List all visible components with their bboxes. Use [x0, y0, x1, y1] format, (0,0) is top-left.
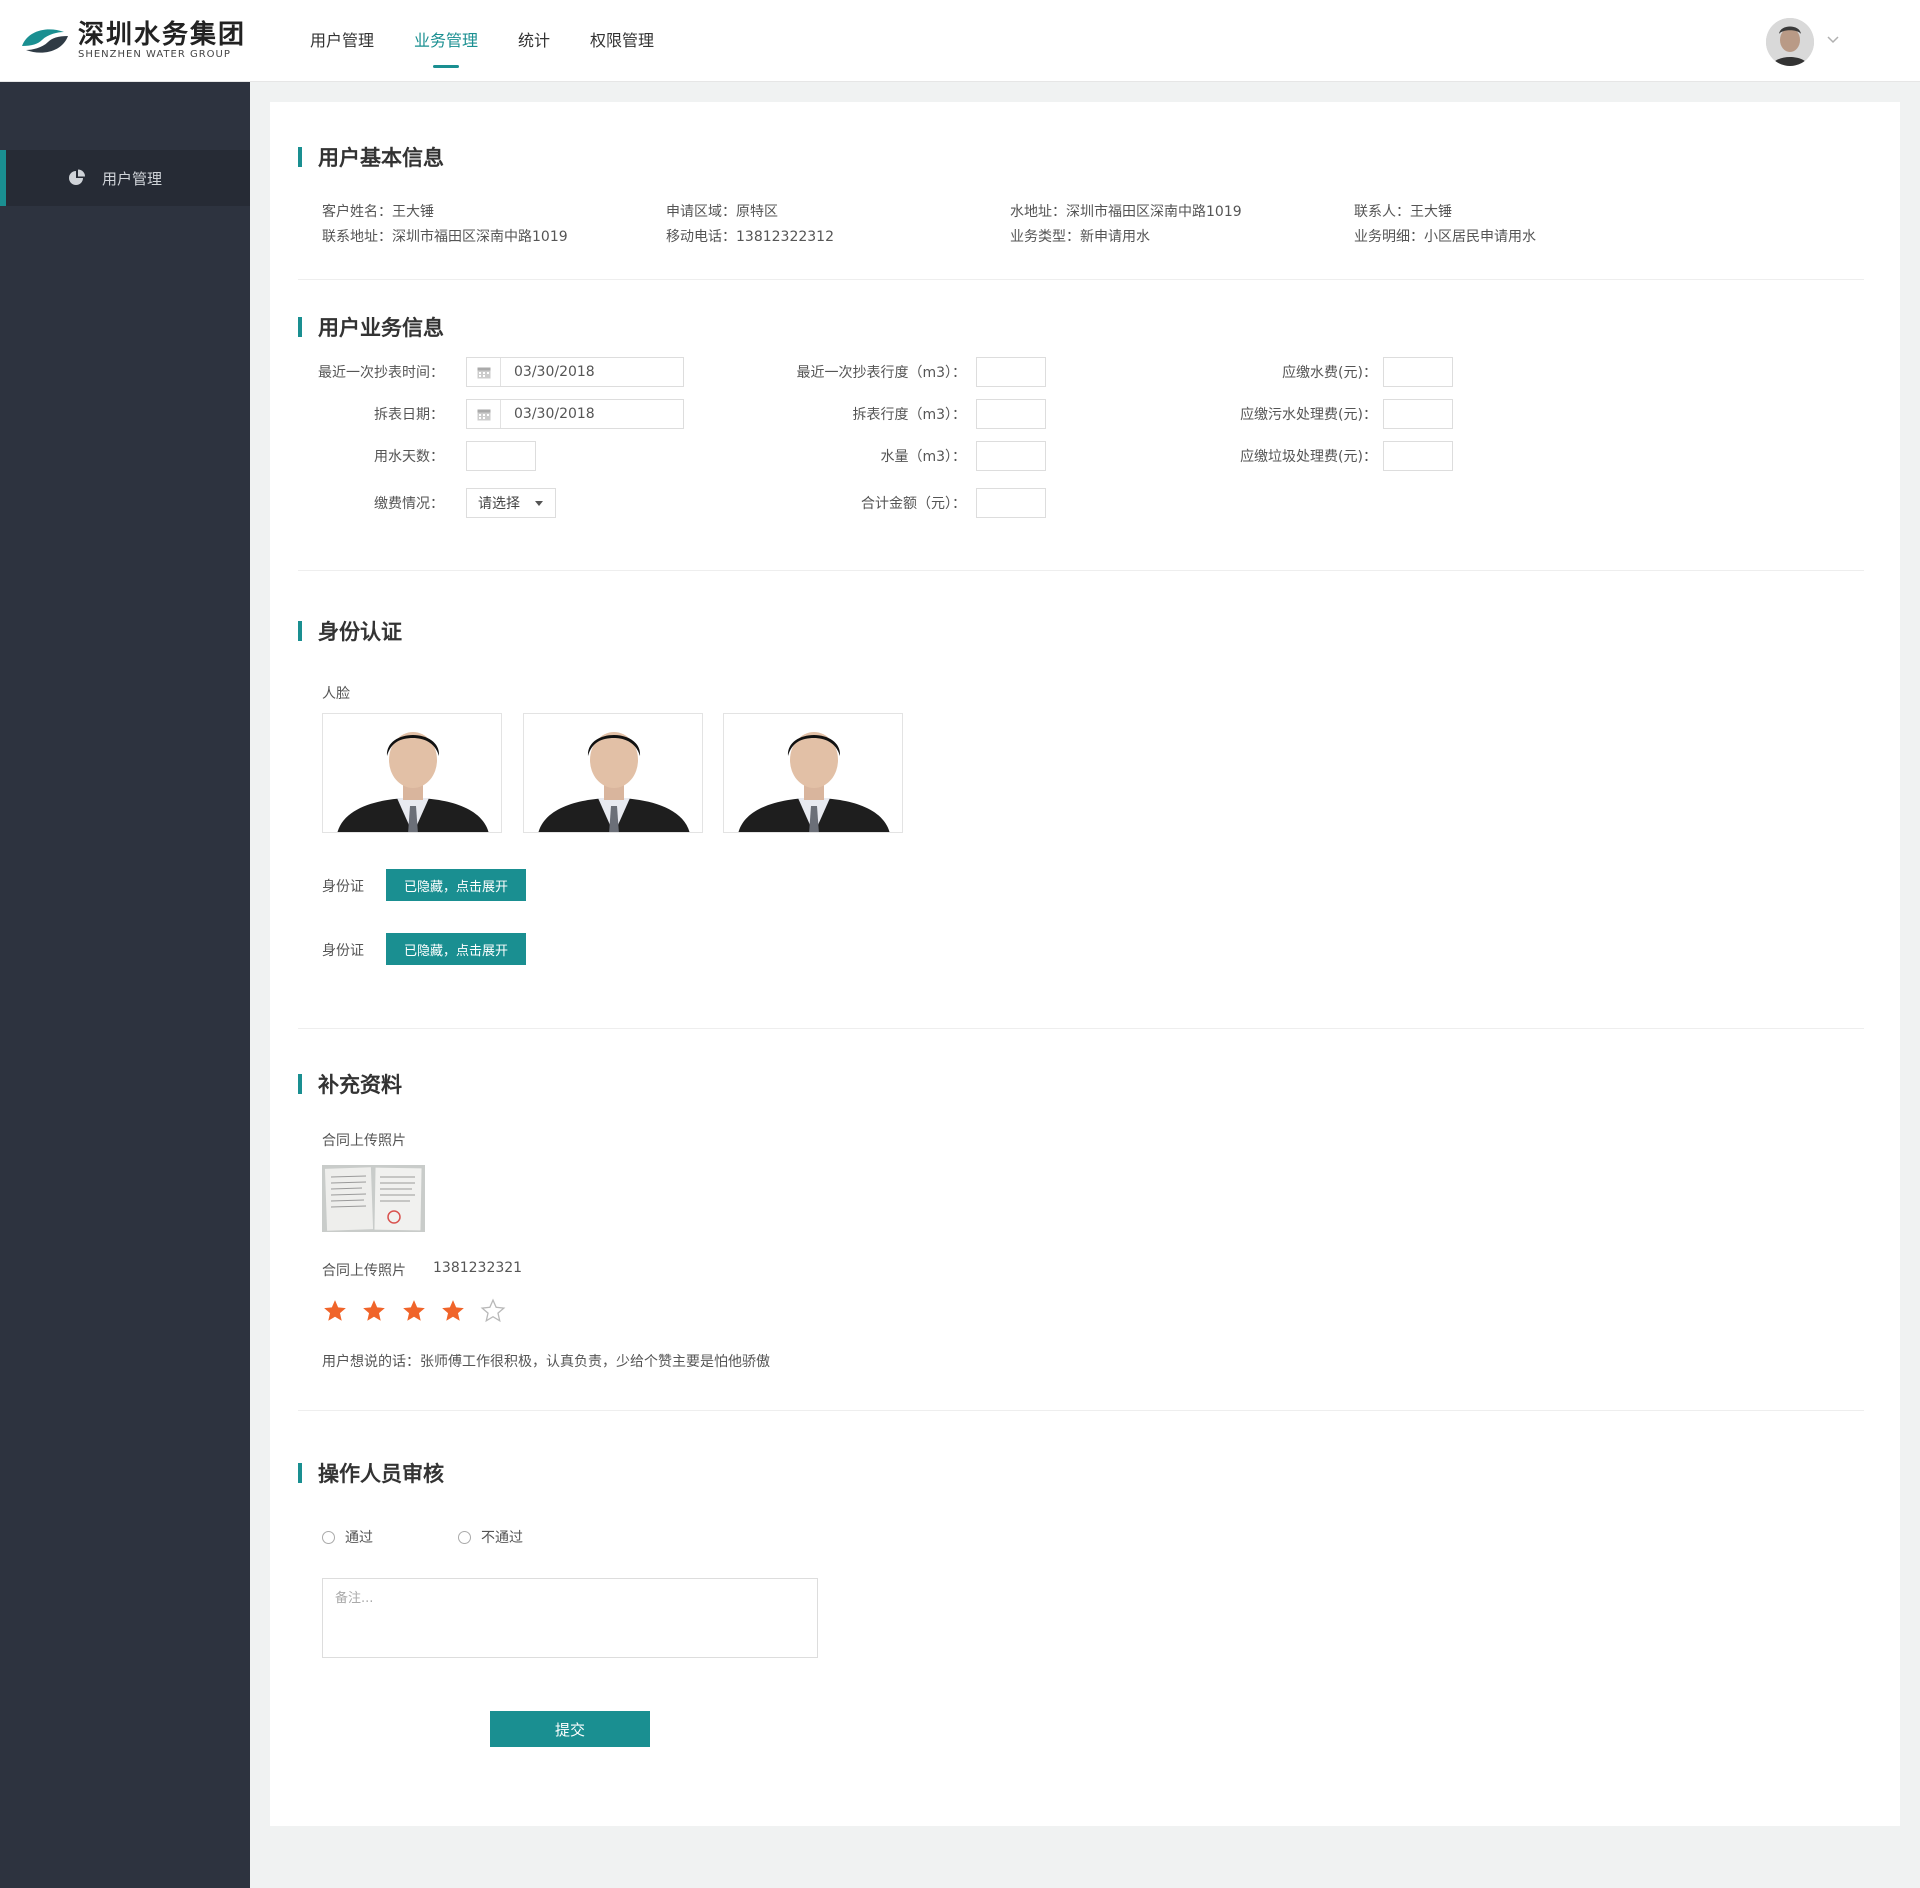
user-comment: 用户想说的话：张师傅工作很积极，认真负责，少给个赞主要是怕他骄傲	[322, 1354, 770, 1370]
star-filled-icon[interactable]	[361, 1298, 387, 1324]
face-portrait-icon	[724, 714, 902, 832]
remove-reading-input[interactable]	[976, 399, 1046, 429]
face-label: 人脸	[322, 686, 350, 702]
last-read-time-value: 03/30/2018	[514, 364, 595, 380]
water-volume-label: 水量（m3）：	[880, 449, 966, 465]
avatar-portrait-icon	[1766, 18, 1814, 66]
radio-pass[interactable]: 通过	[322, 1527, 373, 1547]
id-card-label-1: 身份证	[322, 879, 364, 895]
sewage-fee-label: 应缴污水处理费(元)：	[1240, 407, 1377, 423]
submit-button[interactable]: 提交	[490, 1711, 650, 1747]
apply-region: 申请区域：原特区	[666, 204, 778, 220]
star-filled-icon[interactable]	[322, 1298, 348, 1324]
sewage-fee-input[interactable]	[1383, 399, 1453, 429]
chevron-down-icon[interactable]	[1826, 32, 1840, 46]
section-title-basic-info: 用户基本信息	[298, 145, 444, 170]
star-filled-icon[interactable]	[401, 1298, 427, 1324]
contract-photo-thumbnail[interactable]	[322, 1165, 425, 1232]
content-card: 用户基本信息 客户姓名：王大锤 申请区域：原特区 水地址：深圳市福田区深南中路1…	[270, 102, 1900, 1826]
face-photo-1[interactable]	[322, 713, 502, 833]
water-volume-input[interactable]	[976, 441, 1046, 471]
water-fee-input[interactable]	[1383, 357, 1453, 387]
radio-circle-icon	[322, 1530, 335, 1544]
brand-logo[interactable]: 深圳水务集团 SHENZHEN WATER GROUP	[18, 20, 246, 62]
water-days-input[interactable]	[466, 441, 536, 471]
id-card-reveal-button-1[interactable]: 已隐藏，点击展开	[386, 869, 526, 901]
nav-item-business-management[interactable]: 业务管理	[414, 0, 478, 82]
face-photo-3[interactable]	[723, 713, 903, 833]
business-detail: 业务明细：小区居民申请用水	[1354, 229, 1536, 245]
total-amount-label: 合计金额（元）：	[861, 496, 966, 512]
remark-textarea[interactable]: 备注...	[322, 1578, 818, 1658]
caret-down-icon	[535, 501, 543, 506]
contract-photo-label: 合同上传照片	[322, 1133, 406, 1149]
id-card-label-2: 身份证	[322, 943, 364, 959]
brand-name-en: SHENZHEN WATER GROUP	[78, 49, 231, 60]
business-type: 业务类型：新申请用水	[1010, 229, 1150, 245]
sidebar-item-label: 用户管理	[102, 169, 163, 188]
garbage-fee-label: 应缴垃圾处理费(元)：	[1240, 449, 1377, 465]
last-reading-input[interactable]	[976, 357, 1046, 387]
calendar-icon	[477, 367, 490, 378]
contact-person: 联系人：王大锤	[1354, 204, 1452, 220]
garbage-fee-input[interactable]	[1383, 441, 1453, 471]
remove-date-label: 拆表日期：	[374, 407, 444, 423]
section-divider	[298, 1410, 1864, 1411]
water-fee-label: 应缴水费(元)：	[1282, 365, 1377, 381]
document-photo-icon	[322, 1165, 425, 1232]
brand-name-cn: 深圳水务集团	[78, 20, 247, 50]
nav-item-user-management[interactable]: 用户管理	[310, 0, 374, 82]
face-portrait-icon	[524, 714, 702, 832]
last-reading-label: 最近一次抄表行度（m3）：	[796, 365, 966, 381]
last-read-time-label: 最近一次抄表时间：	[318, 365, 444, 381]
face-portrait-icon	[323, 714, 501, 832]
payment-status-label: 缴费情况：	[374, 496, 444, 512]
top-header: 深圳水务集团 SHENZHEN WATER GROUP 用户管理 业务管理 统计…	[0, 0, 1920, 82]
section-title-review: 操作人员审核	[298, 1461, 444, 1486]
radio-fail-label: 不通过	[481, 1530, 523, 1546]
section-divider	[298, 279, 1864, 280]
nav-item-statistics[interactable]: 统计	[518, 0, 550, 82]
main-nav: 用户管理 业务管理 统计 权限管理	[290, 0, 674, 82]
section-title-supplement: 补充资料	[298, 1072, 402, 1097]
calendar-icon	[477, 409, 490, 420]
contract-photo-label-2: 合同上传照片	[322, 1263, 406, 1279]
customer-name: 客户姓名：王大锤	[322, 204, 434, 220]
payment-status-value: 请选择	[478, 496, 520, 512]
face-photo-2[interactable]	[523, 713, 703, 833]
contact-address: 联系地址：深圳市福田区深南中路1019	[322, 229, 568, 245]
remove-date-input[interactable]: 03/30/2018	[466, 399, 684, 429]
section-title-business-info: 用户业务信息	[298, 315, 444, 340]
water-days-label: 用水天数：	[374, 449, 444, 465]
sidebar-item-user-management[interactable]: 用户管理	[0, 150, 250, 206]
mobile-phone: 移动电话：13812322312	[666, 229, 834, 245]
last-read-time-input[interactable]: 03/30/2018	[466, 357, 684, 387]
radio-circle-icon	[458, 1530, 471, 1544]
total-amount-input[interactable]	[976, 488, 1046, 518]
pie-chart-icon	[69, 169, 85, 185]
contract-number: 1381232321	[433, 1260, 523, 1276]
remove-reading-label: 拆表行度（m3）：	[852, 407, 966, 423]
star-empty-icon[interactable]	[480, 1298, 506, 1324]
payment-status-select[interactable]: 请选择	[466, 488, 556, 518]
user-avatar[interactable]	[1766, 18, 1814, 66]
nav-item-permissions[interactable]: 权限管理	[590, 0, 654, 82]
radio-fail[interactable]: 不通过	[458, 1527, 523, 1547]
sidebar: 用户管理	[0, 82, 250, 1888]
star-filled-icon[interactable]	[440, 1298, 466, 1324]
radio-pass-label: 通过	[345, 1530, 373, 1546]
remove-date-value: 03/30/2018	[514, 406, 595, 422]
section-title-identity: 身份认证	[298, 619, 402, 644]
section-divider	[298, 1028, 1864, 1029]
remark-placeholder: 备注...	[335, 1591, 374, 1606]
section-divider	[298, 570, 1864, 571]
logo-mark-icon	[22, 29, 68, 53]
water-address: 水地址：深圳市福田区深南中路1019	[1010, 204, 1242, 220]
id-card-reveal-button-2[interactable]: 已隐藏，点击展开	[386, 933, 526, 965]
